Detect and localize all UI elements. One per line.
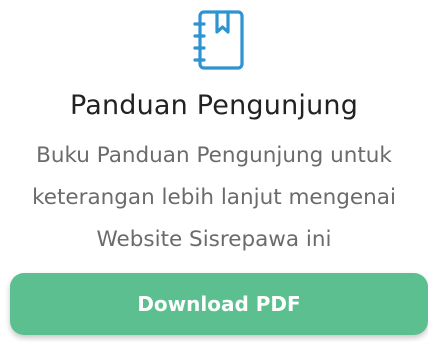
description-line: Website Sisrepawa ini — [96, 227, 332, 252]
guide-book-icon — [191, 8, 247, 74]
card-description: Buku Panduan Pengunjung untuk keterangan… — [0, 135, 428, 261]
guide-card: Panduan Pengunjung Buku Panduan Pengunju… — [0, 0, 428, 342]
download-pdf-button[interactable]: Download PDF — [10, 273, 428, 335]
description-line: Buku Panduan Pengunjung untuk — [36, 143, 392, 168]
card-title: Panduan Pengunjung — [69, 90, 359, 121]
description-line: keterangan lebih lanjut mengenai — [32, 185, 396, 210]
download-pdf-button-label: Download PDF — [137, 292, 301, 316]
